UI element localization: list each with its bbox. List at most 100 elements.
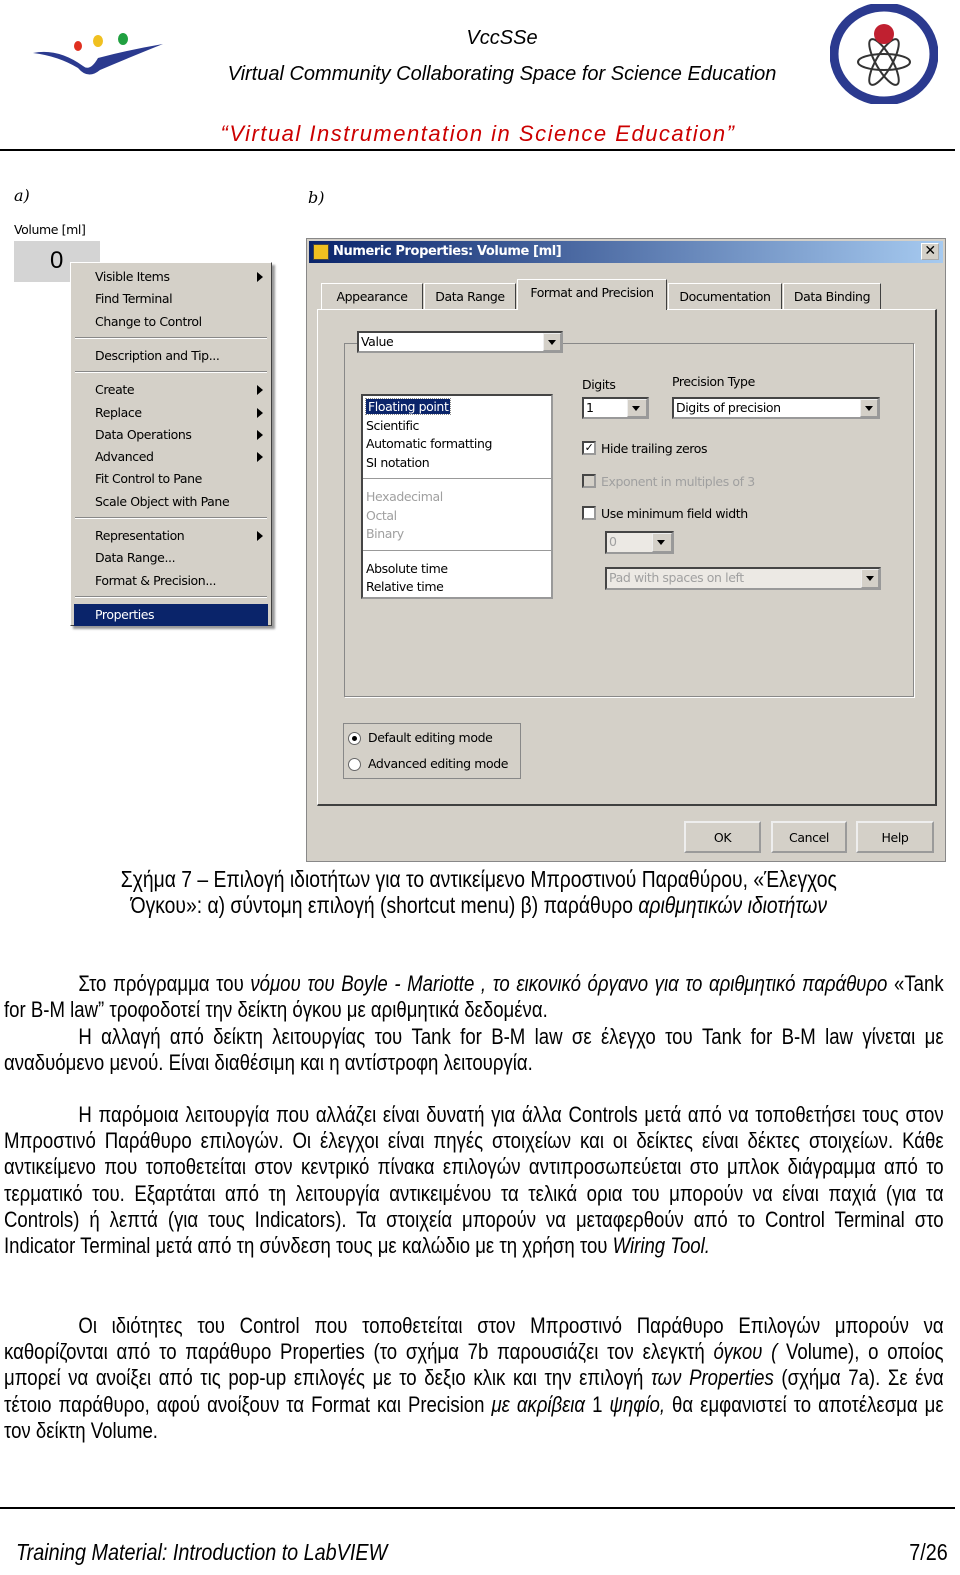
digits-input[interactable]: 1	[582, 397, 649, 419]
menu-item-label: Find Terminal	[95, 291, 173, 307]
volume-control-label: Volume [ml]	[14, 222, 86, 237]
menu-item-label: Create	[95, 382, 135, 398]
vccsse-seal-logo	[830, 4, 938, 104]
italic-text: ψηφίο,	[609, 1391, 666, 1417]
italic-text: νόμου του Boyle - Mariotte , το εικονικό…	[250, 971, 888, 996]
site-subtitle: Virtual Community Collaborating Space fo…	[227, 63, 777, 85]
default-mode-radio[interactable]	[348, 732, 361, 745]
menu-separator	[75, 595, 267, 598]
hide-trailing-zeros-checkbox[interactable]: ✓	[582, 441, 596, 455]
min-width-input[interactable]: 0	[605, 531, 674, 554]
format-option[interactable]: Floating point	[364, 398, 452, 415]
format-option[interactable]: Relative time	[366, 579, 444, 594]
chevron-down-icon	[861, 569, 879, 588]
advanced-mode-radio[interactable]	[348, 758, 361, 771]
submenu-arrow-icon	[257, 407, 263, 418]
spinner-arrows-icon[interactable]	[652, 533, 672, 552]
menu-item-replace[interactable]: Replace	[95, 402, 269, 424]
list-divider	[363, 478, 551, 480]
menu-separator	[75, 371, 267, 374]
min-width-value: 0	[609, 534, 617, 549]
menu-item-data-operations[interactable]: Data Operations	[95, 424, 269, 446]
ok-button[interactable]: OK	[684, 821, 761, 853]
menu-item-label: Properties	[95, 606, 155, 622]
format-option[interactable]: Binary	[366, 526, 404, 541]
numeric-properties-dialog: Numeric Properties: Volume [ml] ✕ Appear…	[306, 238, 946, 862]
menu-item-label: Change to Control	[95, 313, 202, 329]
menu-item-advanced[interactable]: Advanced	[95, 446, 269, 468]
close-button[interactable]: ✕	[921, 243, 939, 260]
menu-item-label: Description and Tip...	[95, 347, 220, 363]
caption-text: Όγκου»: α) σύντομη επιλογή (shortcut men…	[130, 892, 639, 918]
menu-item-label: Scale Object with Pane	[95, 493, 230, 509]
volume-value: 0	[50, 247, 64, 274]
format-option[interactable]: SI notation	[366, 455, 430, 470]
figure-label-b: b)	[308, 188, 325, 207]
menu-item-properties[interactable]: Properties	[74, 603, 268, 626]
precision-type-label: Precision Type	[672, 374, 755, 389]
menu-item-data-range[interactable]: Data Range...	[95, 547, 269, 569]
body-text: Η αλλαγή από δείκτη λειτουργίας του Tank…	[4, 1024, 944, 1076]
tab-format-and-precision[interactable]: Format and Precision	[517, 279, 667, 310]
dialog-title: Numeric Properties: Volume [ml]	[333, 244, 562, 259]
menu-item-visible-items[interactable]: Visible Items	[95, 266, 269, 288]
submenu-arrow-icon	[257, 272, 263, 282]
menu-separator	[75, 517, 267, 519]
spinner-arrows-icon[interactable]	[627, 399, 647, 417]
italic-text: Wiring Tool.	[612, 1233, 710, 1259]
precision-type-value: Digits of precision	[676, 400, 781, 415]
menu-item-scale-object-with-pane[interactable]: Scale Object with Pane	[95, 491, 269, 513]
editing-mode-group: Default editing mode Advanced editing mo…	[343, 723, 521, 779]
menu-item-change-to-control[interactable]: Change to Control	[95, 311, 269, 333]
tab-documentation[interactable]: Documentation	[668, 283, 782, 309]
precision-type-select[interactable]: Digits of precision	[672, 397, 880, 419]
caption-line-2: Όγκου»: α) σύντομη επιλογή (shortcut men…	[0, 892, 958, 918]
menu-item-representation[interactable]: Representation	[95, 525, 269, 547]
menu-item-format-precision[interactable]: Format & Precision...	[95, 570, 269, 592]
format-type-list[interactable]: Floating point Scientific Automatic format…	[361, 394, 553, 599]
hide-trailing-zeros-label: Hide trailing zeros	[601, 441, 708, 456]
padding-select[interactable]: Pad with spaces on left	[605, 567, 881, 590]
format-option[interactable]: Octal	[366, 508, 397, 523]
digits-value: 1	[586, 400, 594, 415]
digits-label: Digits	[582, 377, 616, 392]
format-option[interactable]: Absolute time	[366, 561, 448, 576]
menu-item-label: Replace	[95, 404, 142, 420]
format-option[interactable]: Automatic formatting	[366, 436, 492, 451]
tab-data-range[interactable]: Data Range	[424, 283, 516, 309]
default-mode-label: Default editing mode	[368, 730, 493, 745]
tab-data-binding[interactable]: Data Binding	[783, 283, 881, 309]
format-option[interactable]: Scientific	[366, 418, 419, 433]
submenu-arrow-icon	[257, 429, 263, 440]
menu-item-label: Data Range...	[95, 550, 176, 566]
exponent-multiples-checkbox[interactable]	[582, 474, 596, 488]
menu-item-label: Advanced	[95, 449, 154, 465]
italic-text: όγκου (	[713, 1339, 778, 1365]
figure-label-a: a)	[14, 186, 30, 205]
italic-text: με ακρίβεια	[491, 1391, 586, 1417]
cancel-button[interactable]: Cancel	[771, 821, 847, 853]
body-text: Στο πρόγραμμα του	[78, 971, 251, 996]
value-select[interactable]: Value	[357, 331, 563, 353]
menu-item-find-terminal[interactable]: Find Terminal	[95, 288, 269, 310]
min-field-width-checkbox[interactable]	[582, 506, 596, 520]
tab-appearance[interactable]: Appearance	[321, 283, 423, 309]
help-button[interactable]: Help	[856, 821, 934, 853]
submenu-arrow-icon	[257, 531, 263, 541]
menu-item-fit-control-to-pane[interactable]: Fit Control to Pane	[95, 468, 269, 490]
menu-item-description-and-tip[interactable]: Description and Tip...	[95, 345, 269, 367]
footer-title: Training Material: Introduction to LabVI…	[16, 1539, 388, 1565]
figure-caption: Σχήμα 7 – Επιλογή ιδιοτήτων για το αντικ…	[0, 866, 958, 918]
brand-title: VccSSe	[466, 27, 538, 49]
exponent-multiples-label: Exponent in multiples of 3	[601, 474, 755, 489]
paragraph-3: Η παρόμοια λειτουργία που αλλάζει είναι …	[4, 1102, 944, 1259]
menu-item-label: Fit Control to Pane	[95, 471, 202, 487]
paragraph-2: Η αλλαγή από δείκτη λειτουργίας του Tank…	[4, 1024, 944, 1076]
footer-divider	[0, 1507, 955, 1509]
submenu-arrow-icon	[257, 452, 263, 463]
padding-value: Pad with spaces on left	[609, 570, 744, 585]
format-option[interactable]: Hexadecimal	[366, 489, 443, 504]
tagline: “Virtual Instrumentation in Science Educ…	[220, 121, 736, 146]
menu-item-create[interactable]: Create	[95, 379, 269, 401]
submenu-arrow-icon	[257, 385, 263, 396]
